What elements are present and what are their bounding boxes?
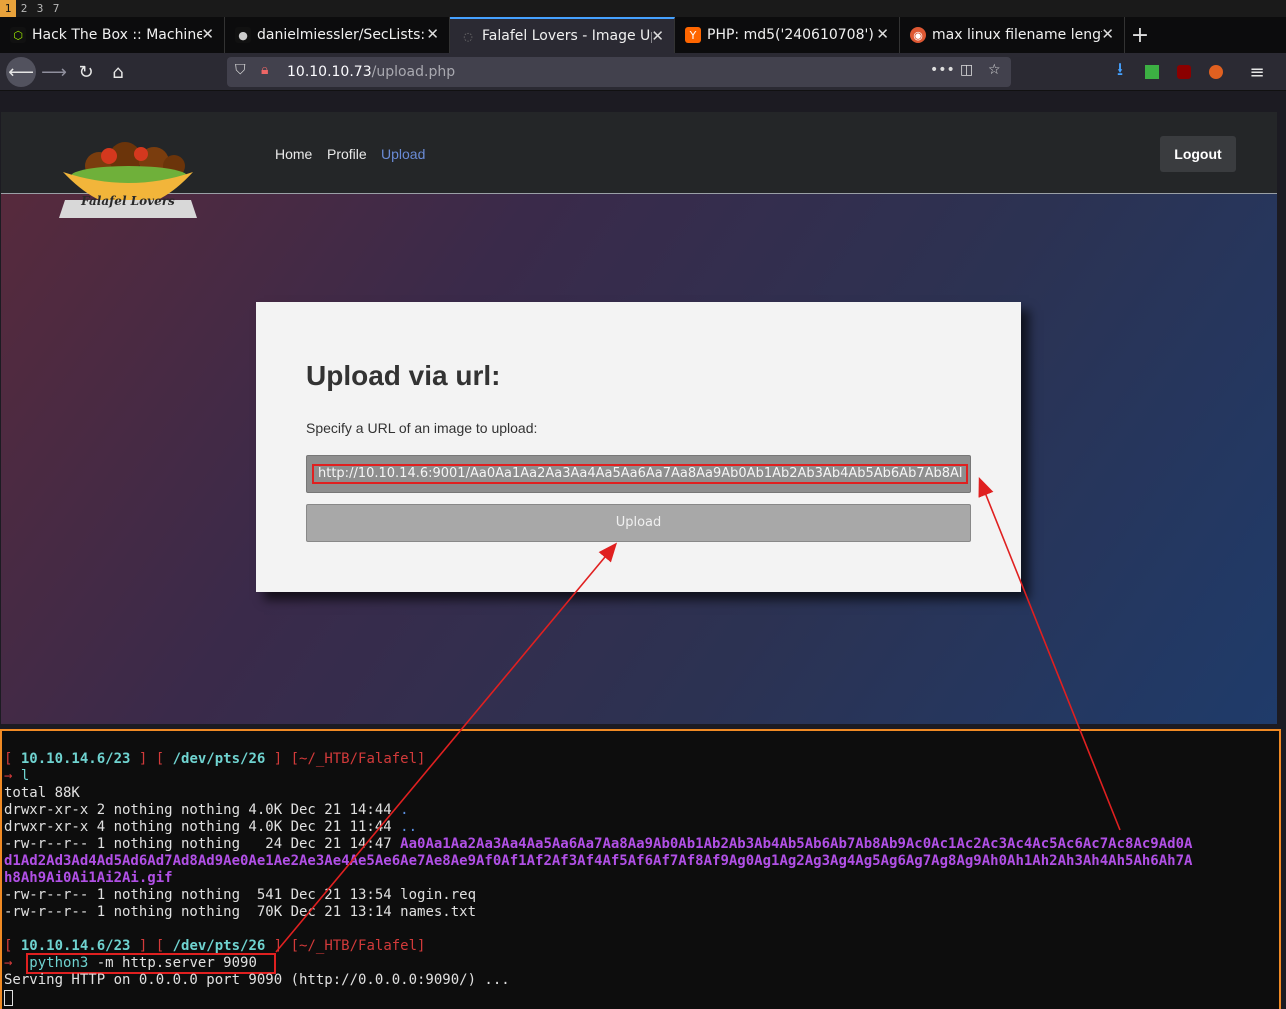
- tab-php-md5[interactable]: Y PHP: md5('240610708') ✕: [675, 17, 900, 53]
- output-line: h8Ah9Ai0Ai1Ai2Ai.gif: [4, 870, 173, 886]
- workspace-1[interactable]: 1: [0, 0, 16, 17]
- nav-profile-link[interactable]: Profile: [327, 146, 367, 162]
- workspace-7[interactable]: 7: [48, 0, 64, 17]
- arrow-right-icon: ⟶: [41, 61, 67, 83]
- nav-home-link[interactable]: Home: [275, 146, 312, 162]
- falafel-bowl-icon: [59, 142, 197, 218]
- output-line: total 88K: [4, 785, 80, 801]
- command-line: → l: [4, 768, 30, 784]
- loading-icon: ◌: [463, 29, 473, 43]
- terminal-pane[interactable]: [ 10.10.14.6/23 ] [ /dev/pts/26 ] [~/_HT…: [0, 729, 1281, 1009]
- logout-button[interactable]: Logout: [1160, 136, 1236, 172]
- web-page: Home Profile Upload Logout Falafel Lover…: [1, 112, 1277, 724]
- site-logo[interactable]: Falafel Lovers: [59, 142, 199, 222]
- foxyproxy-icon: [1209, 65, 1223, 79]
- output-line: Serving HTTP on 0.0.0.0 port 9090 (http:…: [4, 972, 510, 988]
- pocket-icon[interactable]: ◫: [960, 62, 973, 78]
- prompt-line: [ 10.10.14.6/23 ] [ /dev/pts/26 ] [~/_HT…: [4, 751, 426, 767]
- tab-title: PHP: md5('240610708'): [707, 27, 874, 43]
- tab-falafel[interactable]: ◌ Falafel Lovers - Image Up ✕: [450, 17, 675, 53]
- workspace-bar: 1 2 3 7: [0, 0, 1286, 17]
- tab-seclists[interactable]: ● danielmiessler/SecLists: ✕: [225, 17, 450, 53]
- close-icon[interactable]: ✕: [1101, 25, 1114, 43]
- url-bar[interactable]: ⛉ 🔒︎ 10.10.10.73/upload.php ••• ◫ ☆: [227, 57, 1011, 87]
- command-highlight-box: [26, 953, 276, 974]
- new-tab-button[interactable]: +: [1125, 17, 1155, 53]
- extension-button[interactable]: [1137, 57, 1167, 87]
- back-button[interactable]: ⟵: [6, 57, 36, 87]
- ycombinator-icon: Y: [685, 27, 701, 43]
- forward-button[interactable]: ⟶: [39, 57, 69, 87]
- tab-title: Falafel Lovers - Image Up: [482, 28, 652, 44]
- home-icon: ⌂: [112, 61, 124, 83]
- tab-filename-length[interactable]: ◉ max linux filename lengt ✕: [900, 17, 1125, 53]
- hamburger-menu-icon: ≡: [1249, 61, 1265, 83]
- reload-button[interactable]: ↻: [71, 57, 101, 87]
- home-button[interactable]: ⌂: [103, 57, 133, 87]
- more-actions-icon[interactable]: •••: [930, 62, 955, 78]
- image-url-value[interactable]: http://10.10.14.6:9001/Aa0Aa1Aa2Aa3Aa4Aa…: [312, 464, 968, 484]
- duckduckgo-icon: ◉: [910, 27, 926, 43]
- close-icon[interactable]: ✕: [201, 25, 214, 43]
- tab-hackthebox[interactable]: ⬡ Hack The Box :: Machine ✕: [0, 17, 225, 53]
- reload-icon: ↻: [78, 61, 94, 83]
- close-icon[interactable]: ✕: [651, 27, 664, 45]
- upload-label: Specify a URL of an image to upload:: [306, 420, 538, 436]
- insecure-lock-icon[interactable]: 🔒︎: [261, 62, 268, 78]
- close-icon[interactable]: ✕: [876, 25, 889, 43]
- url-text: 10.10.10.73/upload.php: [287, 64, 456, 80]
- tab-title: danielmiessler/SecLists:: [257, 27, 426, 43]
- output-line: -rw-r--r-- 1 nothing nothing 24 Dec 21 1…: [4, 836, 1193, 852]
- ublock-button[interactable]: [1169, 57, 1199, 87]
- shield-icon[interactable]: ⛉: [235, 62, 246, 78]
- tab-strip: ⬡ Hack The Box :: Machine ✕ ● danielmies…: [0, 17, 1286, 53]
- upload-card: Upload via url: Specify a URL of an imag…: [256, 302, 1021, 592]
- output-line: d1Ad2Ad3Ad4Ad5Ad6Ad7Ad8Ad9Ae0Ae1Ae2Ae3Ae…: [4, 853, 1193, 869]
- ublock-icon: [1177, 65, 1191, 79]
- github-icon: ●: [235, 27, 251, 43]
- workspace-2[interactable]: 2: [16, 0, 32, 17]
- downloads-button[interactable]: ⭳: [1105, 57, 1135, 87]
- output-line: drwxr-xr-x 2 nothing nothing 4.0K Dec 21…: [4, 802, 409, 818]
- htb-cube-icon: ⬡: [10, 27, 26, 43]
- workspace-3[interactable]: 3: [32, 0, 48, 17]
- tab-title: Hack The Box :: Machine: [32, 27, 202, 43]
- close-icon[interactable]: ✕: [426, 25, 439, 43]
- output-line: -rw-r--r-- 1 nothing nothing 541 Dec 21 …: [4, 887, 477, 903]
- terminal-cursor: [4, 990, 13, 1006]
- download-icon: ⭳: [1116, 59, 1124, 80]
- output-line: -rw-r--r-- 1 nothing nothing 70K Dec 21 …: [4, 904, 477, 920]
- navigation-toolbar: ⟵ ⟶ ↻ ⌂ ⛉ 🔒︎ 10.10.10.73/upload.php ••• …: [0, 53, 1286, 91]
- bookmark-star-icon[interactable]: ☆: [988, 62, 1001, 78]
- image-url-input[interactable]: http://10.10.14.6:9001/Aa0Aa1Aa2Aa3Aa4Aa…: [306, 455, 971, 493]
- logo-text: Falafel Lovers: [81, 194, 175, 208]
- foxyproxy-button[interactable]: [1201, 57, 1231, 87]
- upload-button[interactable]: Upload: [306, 504, 971, 542]
- menu-button[interactable]: ≡: [1242, 57, 1272, 87]
- upload-title: Upload via url:: [306, 360, 501, 391]
- nav-upload-link[interactable]: Upload: [381, 146, 425, 162]
- tab-title: max linux filename lengt: [932, 27, 1102, 43]
- arrow-left-icon: ⟵: [8, 61, 34, 83]
- output-line: drwxr-xr-x 4 nothing nothing 4.0K Dec 21…: [4, 819, 418, 835]
- extension-green-icon: [1145, 65, 1159, 79]
